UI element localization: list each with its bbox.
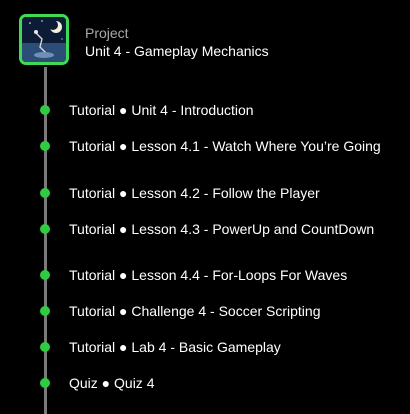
night-scene-icon (22, 17, 66, 62)
timeline-item-quiz-4[interactable]: Quiz ● Quiz 4 (0, 373, 410, 395)
timeline-item-unit4-introduction[interactable]: Tutorial ● Unit 4 - Introduction (0, 100, 410, 122)
timeline-dot (40, 224, 50, 234)
timeline-item-label: Tutorial ● Challenge 4 - Soccer Scriptin… (69, 303, 321, 319)
timeline-item-challenge-4[interactable]: Tutorial ● Challenge 4 - Soccer Scriptin… (0, 301, 410, 323)
timeline-dot (40, 141, 50, 151)
timeline-item-label: Tutorial ● Lesson 4.1 - Watch Where You’… (69, 138, 381, 154)
timeline-dot (40, 378, 50, 388)
timeline-dot (40, 342, 50, 352)
project-kind-label: Project (85, 25, 129, 41)
timeline-item-lesson-4-4[interactable]: Tutorial ● Lesson 4.4 - For-Loops For Wa… (0, 265, 410, 287)
timeline-item-label: Quiz ● Quiz 4 (69, 375, 155, 391)
timeline-dot (40, 105, 50, 115)
project-title[interactable]: Unit 4 - Gameplay Mechanics (85, 42, 269, 60)
timeline-item-lesson-4-3[interactable]: Tutorial ● Lesson 4.3 - PowerUp and Coun… (0, 219, 410, 261)
timeline-dot (40, 270, 50, 280)
timeline-item-lesson-4-1[interactable]: Tutorial ● Lesson 4.1 - Watch Where You’… (0, 136, 410, 178)
timeline-item-label: Tutorial ● Lesson 4.2 - Follow the Playe… (69, 185, 320, 201)
timeline-item-lab-4[interactable]: Tutorial ● Lab 4 - Basic Gameplay (0, 337, 410, 359)
timeline-dot (40, 306, 50, 316)
timeline-item-label: Tutorial ● Lab 4 - Basic Gameplay (69, 339, 281, 355)
project-thumbnail[interactable] (19, 14, 69, 65)
timeline-item-lesson-4-2[interactable]: Tutorial ● Lesson 4.2 - Follow the Playe… (0, 183, 410, 205)
timeline-item-label: Tutorial ● Lesson 4.4 - For-Loops For Wa… (69, 267, 348, 283)
timeline-dot (40, 188, 50, 198)
timeline-item-label: Tutorial ● Unit 4 - Introduction (69, 102, 254, 118)
timeline-item-label: Tutorial ● Lesson 4.3 - PowerUp and Coun… (69, 221, 375, 237)
